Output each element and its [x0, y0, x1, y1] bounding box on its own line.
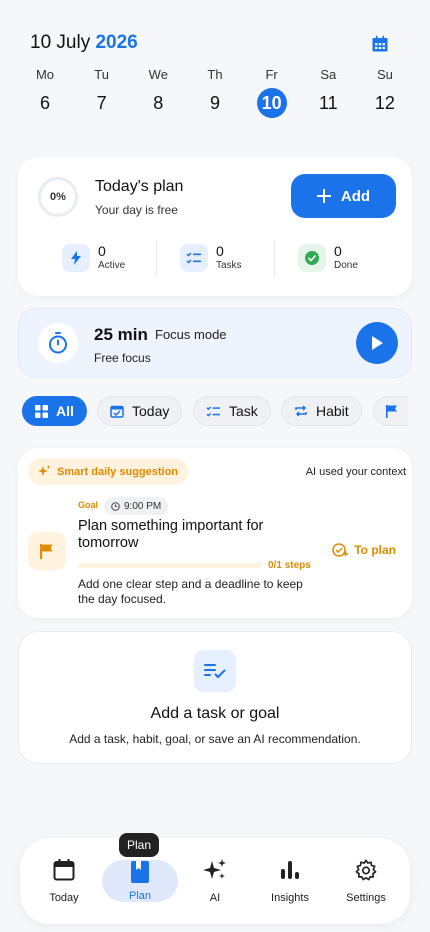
- goal-progress-bar: [78, 563, 261, 568]
- nav-ai[interactable]: AI: [177, 858, 253, 904]
- list-check-icon: [194, 650, 236, 692]
- day-sa[interactable]: Sa 11: [313, 66, 343, 118]
- checklist-icon: [180, 244, 208, 272]
- chip-today[interactable]: Today: [97, 396, 183, 426]
- chip-all[interactable]: All: [22, 396, 87, 426]
- grid-icon: [35, 404, 48, 418]
- day-th[interactable]: Th 9: [200, 66, 230, 118]
- plan-title: Today's plan: [95, 178, 184, 195]
- goal-steps: 0/1 steps: [268, 560, 311, 571]
- chip-goal[interactable]: [373, 396, 408, 426]
- day-su[interactable]: Su 12: [370, 66, 400, 118]
- day-mo[interactable]: Mo 6: [30, 66, 60, 118]
- timer-icon: [38, 323, 78, 363]
- focus-card[interactable]: 25 min Focus mode Free focus: [18, 308, 412, 378]
- suggestion-card: Smart daily suggestion AI used your cont…: [18, 448, 412, 618]
- day-we[interactable]: We 8: [143, 66, 173, 118]
- nav-plan[interactable]: Plan: [102, 860, 178, 902]
- plan-tooltip: Plan: [119, 833, 160, 857]
- to-plan-button[interactable]: To plan: [332, 542, 396, 558]
- todays-plan-card: 0% Today's plan Your day is free Add 0 A…: [18, 157, 412, 296]
- check-circle-icon: [298, 244, 326, 272]
- goal-description: Add one clear step and a deadline to kee…: [78, 577, 303, 606]
- sparkle-icon: [38, 465, 51, 476]
- empty-state-card: Add a task or goal Add a task, habit, go…: [18, 631, 412, 764]
- stat-label: Active: [98, 260, 126, 271]
- stat-active: 0 Active: [38, 240, 156, 276]
- clock-icon: [111, 501, 120, 511]
- header: 10 July 2026: [30, 32, 400, 56]
- bookmark-icon: [131, 861, 149, 883]
- bottom-nav: Today Plan AI Insights Settings: [20, 838, 410, 924]
- stat-count: 0: [334, 243, 342, 259]
- chip-task[interactable]: Task: [193, 396, 271, 426]
- day-tu[interactable]: Tu 7: [87, 66, 117, 118]
- bolt-icon: [62, 244, 90, 272]
- year-label: 2026: [95, 32, 138, 53]
- nav-settings[interactable]: Settings: [328, 858, 404, 904]
- calendar-icon: [372, 35, 388, 52]
- focus-subtitle: Free focus: [94, 351, 151, 365]
- focus-duration: 25 min: [94, 325, 148, 344]
- calendar-button[interactable]: [368, 32, 392, 56]
- goal-tag: Goal: [78, 500, 99, 510]
- empty-title: Add a task or goal: [150, 705, 280, 722]
- stat-count: 0: [216, 243, 224, 259]
- stat-tasks: 0 Tasks: [156, 240, 274, 276]
- stat-count: 0: [98, 243, 106, 259]
- empty-subtitle: Add a task, habit, goal, or save an AI r…: [69, 732, 361, 746]
- page-title: 10 July 2026: [30, 32, 400, 54]
- filter-chips: All Today Task Habit: [22, 396, 408, 426]
- add-label: Add: [340, 187, 371, 205]
- stat-done: 0 Done: [274, 240, 392, 276]
- checklist-icon: [206, 405, 220, 417]
- repeat-icon: [295, 405, 307, 417]
- play-button[interactable]: [356, 322, 398, 364]
- add-task-icon: [332, 543, 349, 557]
- plan-subtitle: Your day is free: [95, 203, 178, 217]
- gear-icon: [355, 859, 377, 881]
- progress-ring: 0%: [38, 177, 78, 217]
- goal-title: Plan something important for tomorrow: [78, 518, 264, 551]
- calendar-check-icon: [110, 405, 124, 418]
- suggestion-badge: Smart daily suggestion: [28, 458, 189, 485]
- plan-stats: 0 Active 0 Tasks 0 Done: [38, 240, 392, 276]
- nav-today[interactable]: Today: [26, 858, 102, 904]
- stat-label: Tasks: [216, 260, 242, 271]
- time-pill: 9:00 PM: [104, 497, 169, 515]
- calendar-icon: [53, 859, 75, 881]
- plus-icon: [316, 189, 331, 203]
- week-strip: Mo 6 Tu 7 We 8 Th 9 Fr 10 Sa 11 Su 12: [30, 66, 400, 118]
- add-button[interactable]: Add: [291, 174, 396, 218]
- focus-mode-label: Focus mode: [155, 327, 227, 342]
- date-label: 10 July: [30, 32, 91, 53]
- flag-icon: [386, 404, 397, 418]
- stat-label: Done: [334, 260, 358, 271]
- bar-chart-icon: [281, 861, 299, 879]
- play-icon: [372, 336, 383, 350]
- sparkle-icon: [203, 859, 226, 879]
- flag-icon: [28, 532, 66, 570]
- suggestion-context: AI used your context: [305, 466, 406, 478]
- day-fr[interactable]: Fr 10: [256, 66, 287, 118]
- chip-habit[interactable]: Habit: [281, 396, 362, 426]
- nav-insights[interactable]: Insights: [252, 858, 328, 904]
